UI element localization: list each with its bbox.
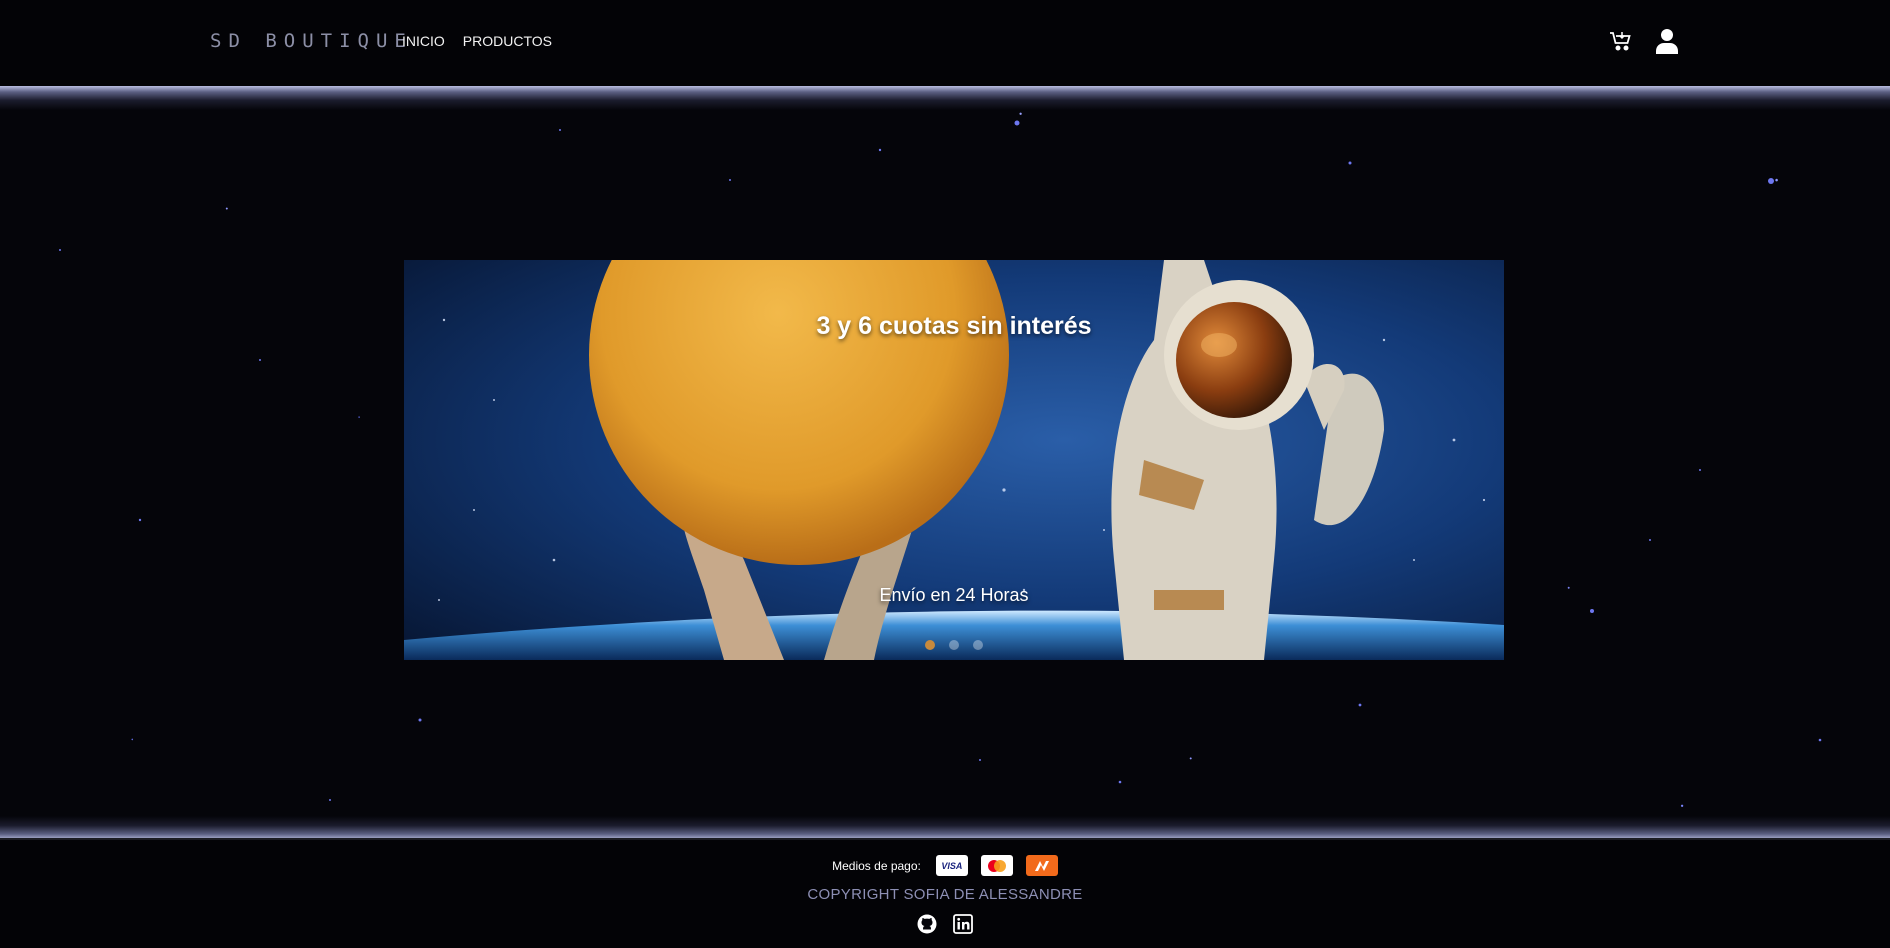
carousel-indicator-2[interactable] [949,640,959,650]
page-footer: Medios de pago: VISA COPYRIGHT SOFIA DE … [0,838,1890,948]
social-links [0,914,1890,934]
brand-logo[interactable]: SD BOUTIQUE [210,30,413,52]
main-nav: INICIO PRODUCTOS [402,33,552,49]
cart-icon[interactable] [1609,29,1633,53]
payment-label: Medios de pago: [832,858,921,873]
promo-carousel[interactable]: 3 y 6 cuotas sin interés Envío en 24 Hor… [404,260,1504,660]
github-icon[interactable] [917,914,937,934]
visa-icon: VISA [935,855,968,876]
copyright-text: COPYRIGHT SOFIA DE ALESSANDRE [807,886,1083,903]
carousel-indicator-1[interactable] [925,640,935,650]
header-divider [0,86,1890,110]
naranja-icon [1025,855,1058,876]
payment-methods: Medios de pago: VISA [0,855,1890,876]
mastercard-icon [980,855,1013,876]
nav-link-inicio[interactable]: INICIO [402,33,445,49]
user-icon[interactable] [1655,28,1679,54]
carousel-caption-subtitle: Envío en 24 Horas [879,585,1029,605]
linkedin-icon[interactable] [953,914,973,934]
footer-divider [0,816,1890,840]
nav-link-productos[interactable]: PRODUCTOS [463,33,552,49]
carousel-caption-title: 3 y 6 cuotas sin interés [816,312,1092,340]
carousel-indicators [404,640,1504,650]
top-navbar: SD BOUTIQUE INICIO PRODUCTOS [0,0,1890,88]
carousel-indicator-3[interactable] [973,640,983,650]
